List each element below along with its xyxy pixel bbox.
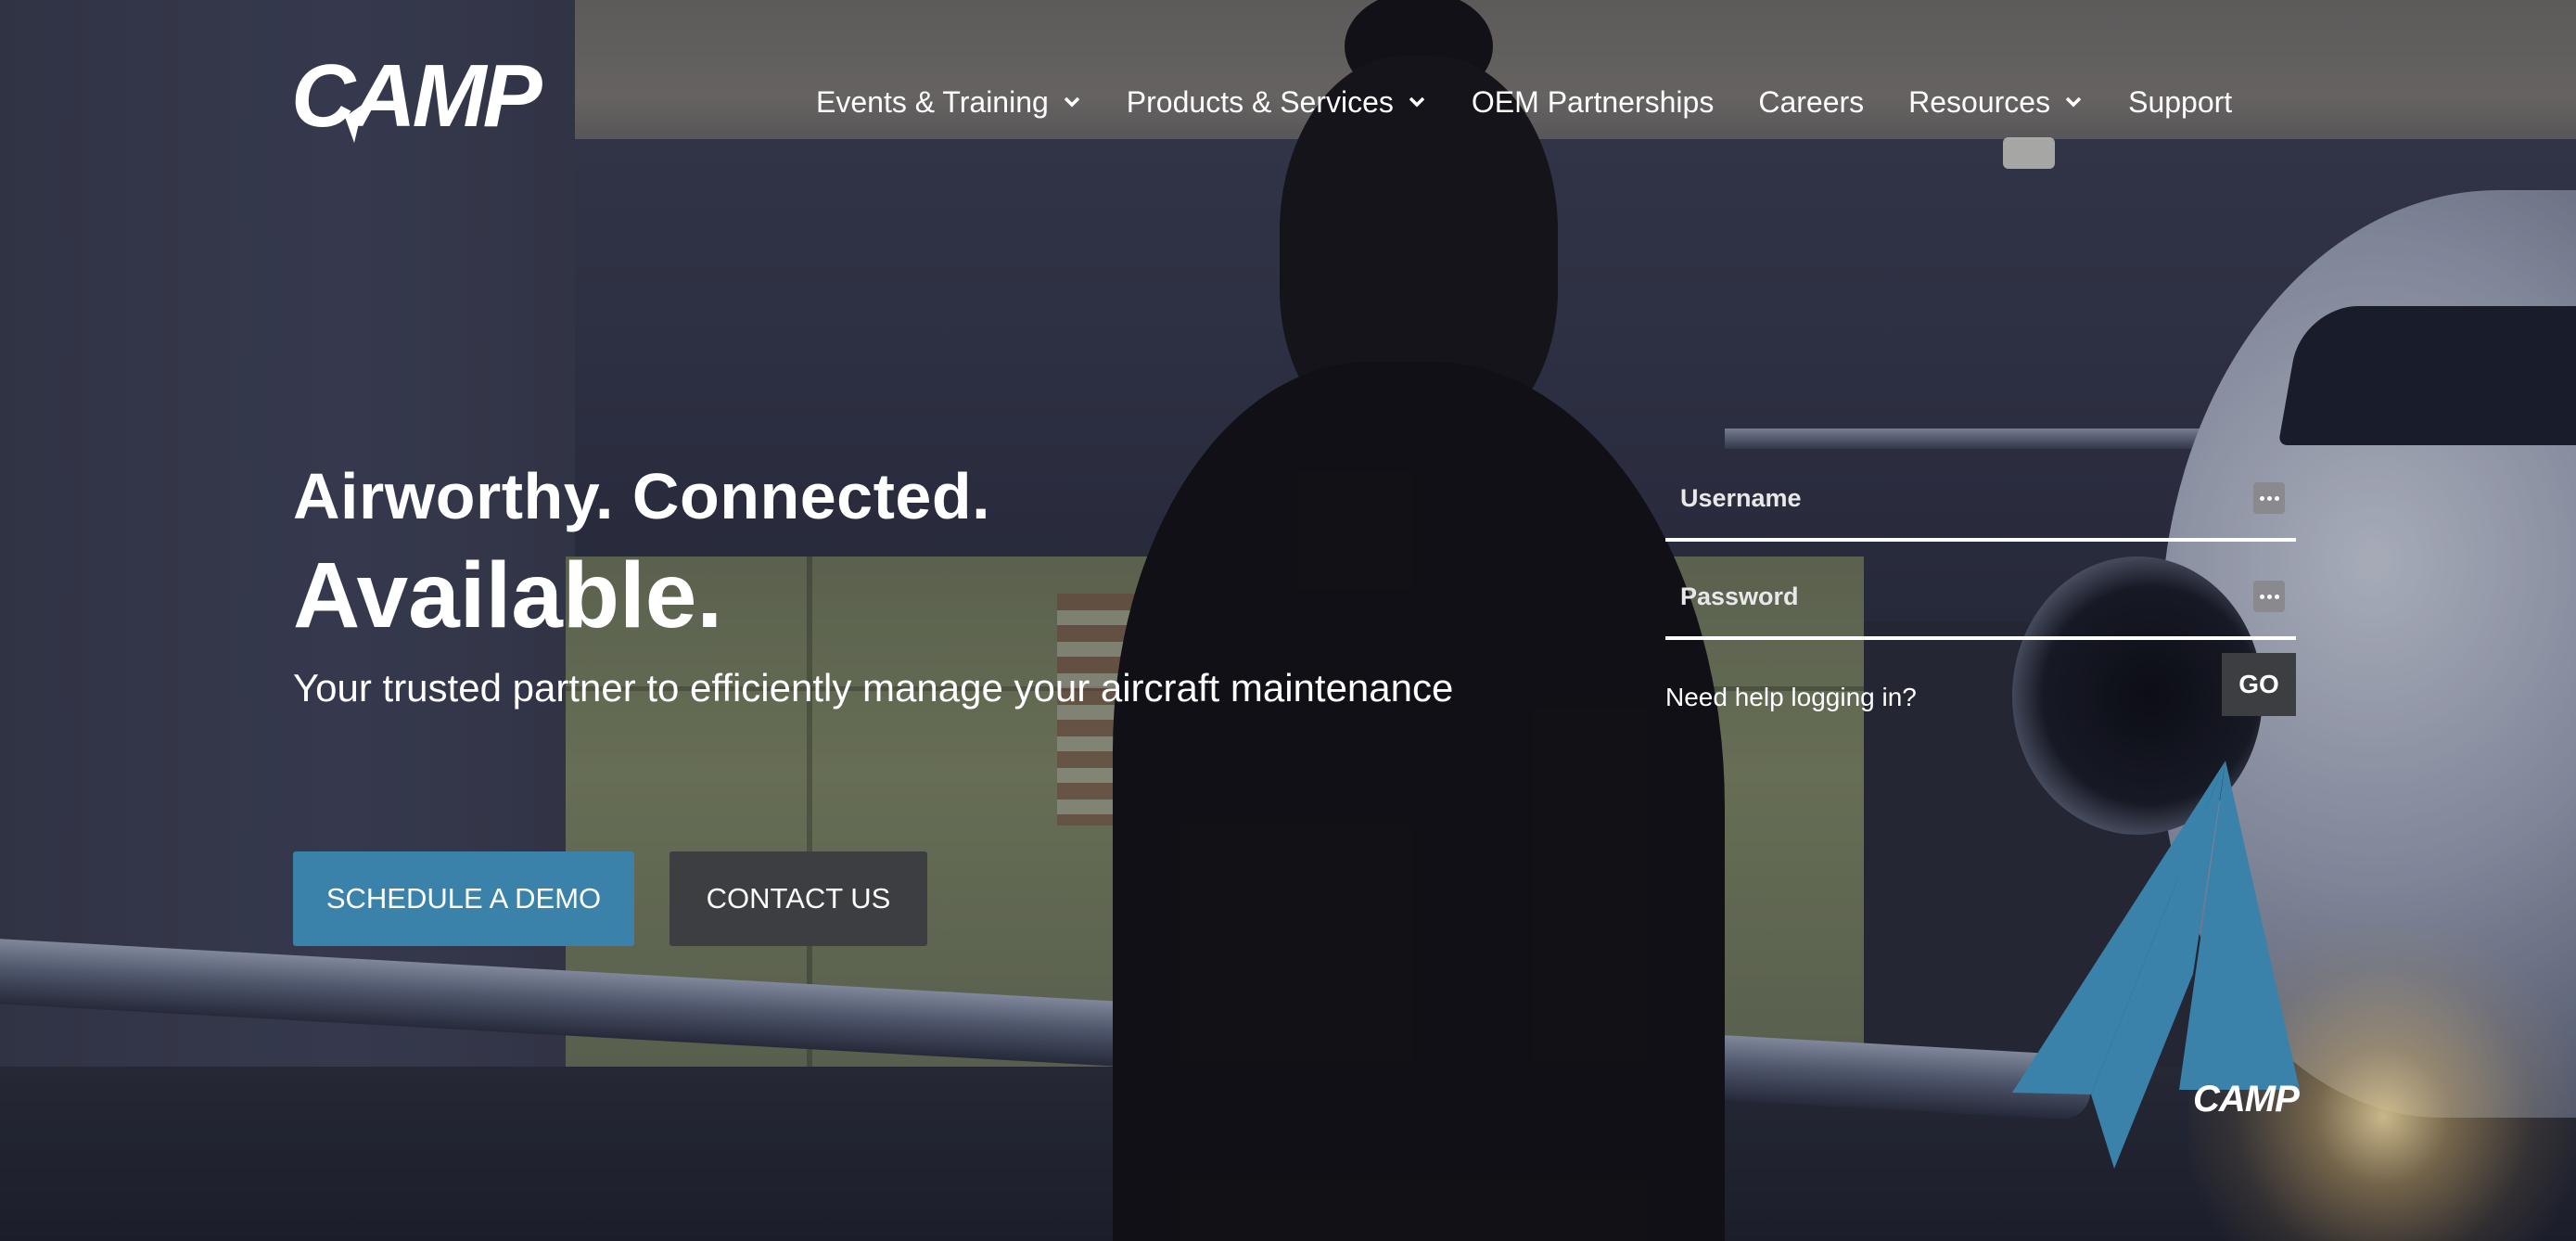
- camp-logo-mark: CAMP: [291, 52, 547, 146]
- hero-subtitle: Your trusted partner to efficiently mana…: [293, 666, 1454, 710]
- nav-careers-label: Careers: [1758, 84, 1865, 119]
- username-placeholder: Username: [1680, 484, 1802, 512]
- main-nav: Events & Training Products & Services OE…: [816, 80, 2232, 124]
- nav-support-label: Support: [2128, 84, 2233, 119]
- nav-careers[interactable]: Careers: [1758, 85, 1864, 120]
- nav-products-services[interactable]: Products & Services: [1127, 85, 1427, 120]
- camp-arrow-logo-icon: CAMP: [2012, 761, 2301, 1169]
- hero-section: Airworthy. Connected. Available. Your tr…: [293, 464, 1453, 710]
- nav-oem-partnerships[interactable]: OEM Partnerships: [1472, 85, 1714, 120]
- password-placeholder: Password: [1680, 582, 1799, 610]
- nav-support[interactable]: Support: [2128, 85, 2232, 120]
- chevron-down-icon: [1064, 96, 1080, 108]
- username-field[interactable]: Username: [1665, 471, 2296, 542]
- nav-events-training-label: Events & Training: [816, 84, 1049, 119]
- camp-badge-wordmark: CAMP: [2193, 1079, 2300, 1119]
- camp-logo[interactable]: CAMP: [291, 52, 573, 147]
- hero-headline-emphasis: Available.: [293, 544, 723, 647]
- login-form: Username Password: [1665, 471, 2296, 668]
- schedule-demo-button[interactable]: SCHEDULE A DEMO: [293, 851, 634, 946]
- password-field[interactable]: Password: [1665, 569, 2296, 640]
- nav-resources-label: Resources: [1908, 84, 2051, 119]
- contact-us-button[interactable]: CONTACT US: [670, 851, 927, 946]
- chevron-down-icon: [1409, 96, 1425, 108]
- login-help-link[interactable]: Need help logging in?: [1665, 683, 1917, 712]
- chevron-down-icon: [2065, 96, 2082, 108]
- camp-logo-wordmark: CAMP: [291, 52, 543, 146]
- password-manager-icon[interactable]: [2253, 482, 2285, 514]
- login-go-button[interactable]: GO: [2222, 653, 2296, 716]
- nav-resources[interactable]: Resources: [1908, 85, 2084, 120]
- nav-oem-partnerships-label: OEM Partnerships: [1471, 84, 1715, 119]
- hero-cta-group: SCHEDULE A DEMO CONTACT US: [293, 851, 927, 946]
- nav-events-training[interactable]: Events & Training: [816, 85, 1082, 120]
- nav-products-services-label: Products & Services: [1126, 84, 1394, 119]
- hero-headline: Airworthy. Connected.: [293, 460, 991, 532]
- camp-badge: CAMP: [2012, 761, 2309, 1173]
- password-manager-icon[interactable]: [2253, 581, 2285, 612]
